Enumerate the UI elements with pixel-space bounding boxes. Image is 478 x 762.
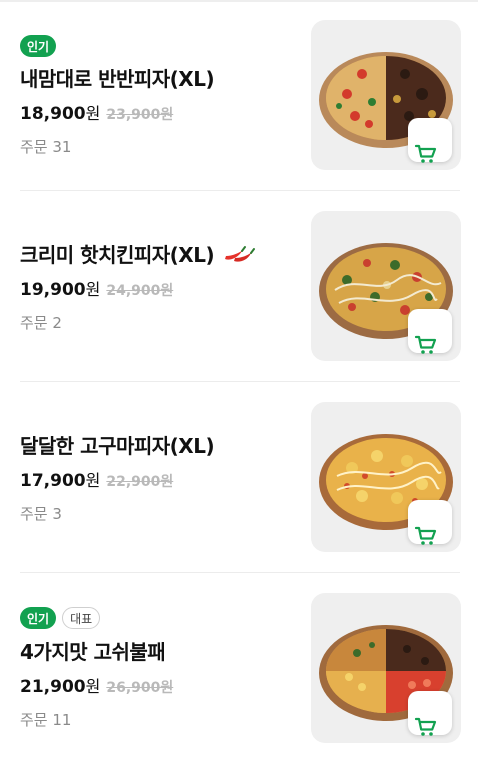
sale-price: 21,900 xyxy=(20,677,86,697)
pizza-image[interactable] xyxy=(311,211,461,361)
currency-unit: 원 xyxy=(85,104,101,123)
sale-price: 17,900 xyxy=(20,471,86,491)
menu-item-sweet-potato-pizza[interactable]: 달달한 고구마피자(XL) 17,900 원 22,900원 주문 3 xyxy=(0,382,478,572)
cart-icon xyxy=(414,526,437,545)
item-info: 크리미 핫치킨피자(XL) 19,900 원 24,900원 주문 2 xyxy=(20,239,300,333)
item-title: 내맘대로 반반피자(XL) xyxy=(20,67,215,91)
item-title: 크리미 핫치킨피자(XL) xyxy=(20,243,215,267)
currency-unit: 원 xyxy=(85,471,101,490)
chili-pepper-icon xyxy=(225,245,256,262)
add-to-cart-button[interactable] xyxy=(408,691,452,736)
pizza-image[interactable] xyxy=(311,402,461,552)
pizza-image[interactable] xyxy=(311,20,461,170)
order-count: 주문 3 xyxy=(20,505,62,523)
order-count: 주문 31 xyxy=(20,138,72,156)
cart-icon xyxy=(414,717,437,736)
item-title-row: 크리미 핫치킨피자(XL) xyxy=(20,239,300,268)
menu-item-four-flavor-pizza[interactable]: 인기 대표 4가지맛 고쉬불패 21,900 원 26,900원 주문 11 xyxy=(0,573,478,762)
price-row: 18,900 원 23,900원 xyxy=(20,100,300,124)
item-info: 인기 대표 4가지맛 고쉬불패 21,900 원 26,900원 주문 11 xyxy=(20,607,300,730)
order-count: 주문 11 xyxy=(20,711,72,729)
add-to-cart-button[interactable] xyxy=(408,118,452,163)
original-price: 26,900원 xyxy=(106,680,174,696)
cart-icon xyxy=(414,144,437,163)
item-info: 인기 내맘대로 반반피자(XL) 18,900 원 23,900원 주문 31 xyxy=(20,35,300,157)
item-info: 달달한 고구마피자(XL) 17,900 원 22,900원 주문 3 xyxy=(20,430,300,524)
item-title: 달달한 고구마피자(XL) xyxy=(20,434,215,458)
menu-item-hot-chicken-pizza[interactable]: 크리미 핫치킨피자(XL) 19,900 원 24,900원 주문 2 xyxy=(0,191,478,381)
menu-item-banban-pizza[interactable]: 인기 내맘대로 반반피자(XL) 18,900 원 23,900원 주문 31 xyxy=(0,0,478,190)
pizza-image[interactable] xyxy=(311,593,461,743)
popular-badge: 인기 xyxy=(20,35,57,57)
price-row: 21,900 원 26,900원 xyxy=(20,673,300,697)
add-to-cart-button[interactable] xyxy=(408,500,452,545)
popular-badge: 인기 xyxy=(20,607,57,629)
representative-badge: 대표 xyxy=(62,607,101,629)
add-to-cart-button[interactable] xyxy=(408,309,452,354)
order-count: 주문 2 xyxy=(20,314,62,332)
sale-price: 18,900 xyxy=(20,104,86,124)
original-price: 24,900원 xyxy=(106,283,174,299)
original-price: 22,900원 xyxy=(106,474,174,490)
price-row: 17,900 원 22,900원 xyxy=(20,467,300,491)
currency-unit: 원 xyxy=(85,677,101,696)
item-title: 4가지맛 고쉬불패 xyxy=(20,640,166,664)
price-row: 19,900 원 24,900원 xyxy=(20,276,300,300)
badge-row: 인기 xyxy=(20,35,300,57)
currency-unit: 원 xyxy=(85,280,101,299)
original-price: 23,900원 xyxy=(106,107,174,123)
badge-row: 인기 대표 xyxy=(20,607,300,629)
sale-price: 19,900 xyxy=(20,280,86,300)
cart-icon xyxy=(414,335,437,354)
